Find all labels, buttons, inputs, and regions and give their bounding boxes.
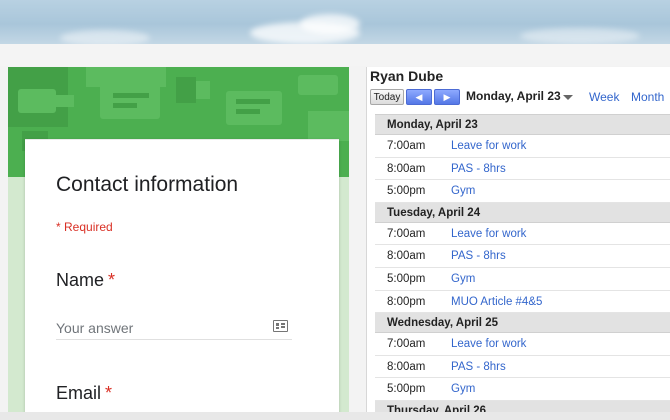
event-row[interactable]: 8:00pm MUO Article #4&5	[375, 291, 670, 314]
contact-card-icon	[273, 320, 288, 332]
next-arrow-icon[interactable]: ▶	[434, 89, 460, 105]
today-button[interactable]: Today	[370, 89, 404, 105]
bottom-strip	[0, 412, 670, 420]
day-header: Monday, April 23	[375, 115, 670, 135]
event-title-link[interactable]: MUO Article #4&5	[451, 291, 542, 313]
form-title: Contact information	[56, 173, 239, 196]
event-row[interactable]: 7:00am Leave for work	[375, 135, 670, 158]
event-time: 7:00am	[387, 338, 426, 351]
event-time: 7:00am	[387, 140, 426, 152]
name-field-label: Name *	[56, 270, 115, 291]
prev-arrow-icon[interactable]: ◀	[406, 89, 432, 105]
event-row[interactable]: 7:00am Leave for work	[375, 223, 670, 246]
event-time: 5:00pm	[387, 185, 426, 198]
event-title-link[interactable]: Leave for work	[451, 333, 526, 355]
event-row[interactable]: 5:00pm Gym	[375, 378, 670, 401]
event-time: 8:00am	[387, 360, 426, 373]
event-time: 8:00pm	[387, 295, 426, 308]
event-title-link[interactable]: Leave for work	[451, 223, 526, 245]
event-time: 8:00am	[387, 250, 426, 263]
sky-background	[0, 0, 670, 44]
required-asterisk: *	[105, 383, 113, 403]
chevron-down-icon[interactable]	[563, 95, 573, 100]
event-row[interactable]: 8:00am PAS - 8hrs	[375, 356, 670, 379]
email-label-text: Email	[56, 383, 102, 403]
form-card: Contact information * Required Name* Ema…	[25, 139, 339, 420]
event-title-link[interactable]: PAS - 8hrs	[451, 245, 506, 267]
email-field-label: Email *	[56, 383, 112, 404]
month-view-link[interactable]: Month	[631, 90, 664, 104]
event-title-link[interactable]: PAS - 8hrs	[451, 158, 506, 180]
event-row[interactable]: 5:00pm Gym	[375, 268, 670, 291]
event-row[interactable]: 8:00am PAS - 8hrs	[375, 158, 670, 181]
form-panel: Contact information * Required Name* Ema…	[8, 67, 349, 420]
name-label-text: Name	[56, 270, 105, 290]
required-asterisk: *	[108, 270, 116, 290]
event-time: 8:00am	[387, 162, 426, 175]
agenda-list: Monday, April 23 7:00am Leave for work 8…	[375, 114, 670, 420]
day-header: Wednesday, April 25	[375, 313, 670, 334]
calendar-owner: Ryan Dube	[370, 68, 444, 84]
event-time: 7:00am	[387, 227, 426, 240]
event-title-link[interactable]: Gym	[451, 268, 475, 290]
event-title-link[interactable]: Gym	[451, 180, 475, 202]
event-title-link[interactable]: Leave for work	[451, 135, 526, 157]
current-date-label: Monday, April 23	[466, 89, 561, 103]
event-title-link[interactable]: Gym	[451, 378, 475, 400]
event-row[interactable]: 7:00am Leave for work	[375, 333, 670, 356]
page-gap	[0, 44, 670, 66]
event-time: 5:00pm	[387, 383, 426, 396]
event-time: 5:00pm	[387, 272, 426, 285]
event-title-link[interactable]: PAS - 8hrs	[451, 356, 506, 378]
day-header: Tuesday, April 24	[375, 202, 670, 223]
event-row[interactable]: 5:00pm Gym	[375, 180, 670, 203]
week-view-link[interactable]: Week	[589, 90, 619, 104]
event-row[interactable]: 8:00am PAS - 8hrs	[375, 245, 670, 268]
required-note: * Required	[56, 220, 113, 234]
calendar-panel: Ryan Dube Today ◀ ▶ Monday, April 23 Wee…	[366, 67, 670, 420]
name-input[interactable]	[56, 316, 292, 340]
